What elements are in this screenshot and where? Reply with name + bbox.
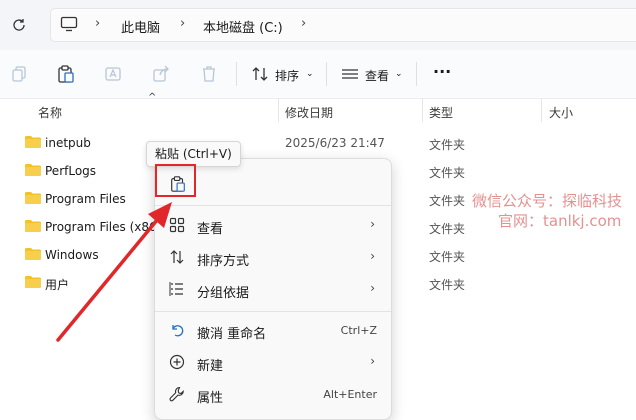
breadcrumb-chevron-icon: ›	[95, 16, 101, 31]
wrench-icon	[169, 386, 184, 402]
menu-item-properties[interactable]: 属性 Alt+Enter	[155, 379, 391, 409]
view-dropdown-icon: ⌄	[395, 69, 403, 79]
toolbar-divider	[416, 62, 417, 86]
copy-icon[interactable]	[10, 64, 30, 84]
file-type: 文件夹	[429, 166, 466, 180]
folder-icon	[25, 276, 41, 288]
highlight-box	[155, 164, 196, 197]
sort-icon[interactable]	[250, 64, 270, 84]
menu-item-label: 分组依据	[197, 286, 250, 301]
column-header-date[interactable]: 修改日期	[285, 104, 333, 121]
rename-icon[interactable]	[103, 64, 123, 84]
folder-icon	[25, 248, 41, 260]
more-options-button[interactable]: ···	[433, 62, 451, 81]
file-row[interactable]: inetpub 2025/6/23 21:47 文件夹	[20, 130, 636, 158]
toolbar-divider	[236, 62, 237, 86]
new-icon	[169, 354, 185, 370]
file-name: inetpub	[45, 136, 91, 150]
menu-item-sort-by[interactable]: 排序方式 ›	[155, 242, 391, 272]
delete-icon[interactable]	[199, 64, 219, 84]
submenu-arrow-icon: ›	[370, 354, 375, 368]
column-divider[interactable]	[422, 98, 423, 122]
view-icon[interactable]	[340, 64, 360, 84]
column-divider[interactable]	[278, 98, 279, 122]
menu-item-label: 撤消 重命名	[197, 327, 267, 342]
command-bar	[0, 50, 636, 99]
computer-icon	[60, 16, 78, 32]
file-type: 文件夹	[429, 222, 466, 236]
submenu-arrow-icon: ›	[370, 281, 375, 295]
file-name: PerfLogs	[45, 164, 97, 178]
breadcrumb-local-disk[interactable]: 本地磁盘 (C:)	[203, 17, 283, 36]
column-header-type[interactable]: 类型	[429, 104, 453, 121]
column-header-name[interactable]: 名称	[38, 104, 62, 121]
sort-button[interactable]: 排序	[275, 67, 299, 84]
menu-item-label: 排序方式	[197, 254, 250, 269]
watermark-line2: 官网：tanlkj.com	[498, 212, 622, 230]
address-bar: › 此电脑 › 本地磁盘 (C:) ›	[0, 0, 636, 50]
menu-item-new[interactable]: 新建 ›	[155, 347, 391, 377]
folder-icon	[25, 192, 41, 204]
file-type: 文件夹	[429, 278, 466, 292]
view-button[interactable]: 查看	[365, 67, 389, 84]
watermark-line1: 微信公众号：探临科技	[472, 192, 623, 210]
sort-dropdown-icon: ⌄	[306, 69, 314, 79]
breadcrumb-this-pc[interactable]: 此电脑	[121, 17, 160, 36]
sort-caret-icon: ^	[148, 92, 157, 103]
annotation-arrow	[56, 202, 172, 342]
share-icon[interactable]	[151, 64, 171, 84]
column-divider[interactable]	[541, 98, 542, 122]
file-type: 文件夹	[429, 138, 466, 152]
refresh-icon[interactable]	[11, 17, 27, 33]
menu-item-label: 查看	[197, 222, 224, 237]
column-header-size[interactable]: 大小	[549, 104, 573, 121]
menu-item-undo-rename[interactable]: 撤消 重命名 Ctrl+Z	[155, 315, 391, 345]
toolbar-divider	[326, 62, 327, 86]
menu-divider	[155, 205, 391, 206]
menu-shortcut: Alt+Enter	[323, 388, 377, 401]
menu-item-label: 属性	[197, 391, 224, 406]
menu-item-label: 新建	[197, 359, 224, 374]
folder-icon	[25, 220, 41, 232]
breadcrumb-chevron-icon: ›	[301, 16, 307, 31]
file-date: 2025/6/23 21:47	[285, 136, 385, 150]
file-type: 文件夹	[429, 250, 466, 264]
folder-icon	[25, 136, 41, 148]
menu-item-view[interactable]: 查看 ›	[155, 210, 391, 240]
menu-divider	[155, 311, 391, 312]
menu-shortcut: Ctrl+Z	[340, 324, 377, 337]
paste-icon[interactable]	[56, 64, 76, 84]
submenu-arrow-icon: ›	[370, 249, 375, 263]
breadcrumb-chevron-icon: ›	[180, 16, 186, 31]
submenu-arrow-icon: ›	[370, 217, 375, 231]
context-menu: 查看 › 排序方式 › 分组依据 › 撤消 重命名 Ctrl+Z 新建 › 属性…	[154, 158, 392, 420]
menu-item-group-by[interactable]: 分组依据 ›	[155, 274, 391, 304]
file-type: 文件夹	[429, 194, 466, 208]
folder-icon	[25, 164, 41, 176]
